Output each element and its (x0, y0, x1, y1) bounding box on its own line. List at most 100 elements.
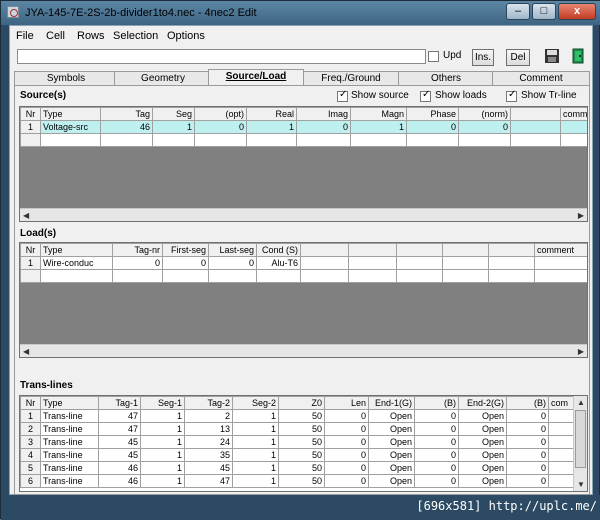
table-cell[interactable] (548, 448, 574, 462)
table-cell[interactable]: 46 (98, 474, 141, 488)
table-cell[interactable] (534, 269, 587, 283)
tab-freq-ground[interactable]: Freq./Ground (302, 71, 400, 86)
table-cell[interactable]: 2 (184, 409, 233, 423)
sources-hscrollbar[interactable]: ◀ ▶ (20, 208, 587, 221)
col-header[interactable]: Tag (100, 107, 153, 121)
col-header[interactable]: End-2(G) (458, 396, 507, 410)
table-cell[interactable]: Open (458, 422, 507, 436)
table-cell[interactable]: 0 (506, 435, 549, 449)
row-number[interactable]: 1 (20, 120, 41, 134)
table-cell[interactable]: 45 (98, 448, 141, 462)
show-source-checkbox[interactable] (337, 89, 348, 102)
table-row[interactable]: 4 Trans-line 45 1 35 1 50 0 Open 0 Open 0 (20, 448, 574, 462)
table-cell[interactable]: 1 (232, 409, 279, 423)
translines-grid[interactable]: Nr Type Tag-1 Seg-1 Tag-2 Seg-2 Z0 Len E… (19, 395, 588, 492)
table-cell[interactable]: 1 (140, 474, 185, 488)
table-cell[interactable] (396, 269, 443, 283)
table-row[interactable]: 1 Trans-line 47 1 2 1 50 0 Open 0 Open 0 (20, 409, 574, 423)
col-header[interactable]: (B) (506, 396, 549, 410)
menu-cell[interactable]: Cell (46, 30, 65, 42)
table-cell[interactable]: 0 (194, 120, 247, 134)
table-cell[interactable]: Open (458, 409, 507, 423)
table-cell[interactable]: 1 (232, 422, 279, 436)
col-header[interactable]: Z0 (278, 396, 325, 410)
table-cell[interactable] (548, 474, 574, 488)
scroll-up-icon[interactable]: ▲ (577, 398, 585, 407)
table-cell[interactable] (488, 256, 535, 270)
table-cell[interactable] (488, 269, 535, 283)
row-number[interactable] (20, 269, 41, 283)
del-button[interactable]: Del (506, 49, 530, 66)
table-cell[interactable]: Open (458, 448, 507, 462)
table-cell[interactable]: 0 (506, 409, 549, 423)
table-cell[interactable]: Open (458, 474, 507, 488)
col-header[interactable]: Nr (20, 107, 41, 121)
upd-checkbox[interactable] (428, 51, 439, 62)
table-cell[interactable] (510, 133, 561, 147)
close-button[interactable]: x (558, 3, 596, 20)
scroll-thumb[interactable] (575, 410, 586, 468)
table-cell[interactable] (458, 133, 511, 147)
exit-door-icon[interactable] (570, 48, 586, 64)
command-input[interactable] (17, 49, 426, 64)
table-cell[interactable] (40, 133, 101, 147)
table-cell[interactable]: Trans-line (40, 409, 99, 423)
col-header[interactable] (442, 243, 489, 257)
col-header[interactable] (348, 243, 397, 257)
table-row[interactable]: 5 Trans-line 46 1 45 1 50 0 Open 0 Open 0 (20, 461, 574, 475)
scroll-left-icon[interactable]: ◀ (23, 211, 29, 220)
table-cell[interactable]: 24 (184, 435, 233, 449)
table-cell[interactable]: Open (368, 409, 415, 423)
app-icon[interactable] (7, 6, 19, 18)
table-cell[interactable] (162, 269, 209, 283)
tab-geometry[interactable]: Geometry (114, 71, 212, 86)
tab-symbols[interactable]: Symbols (14, 71, 118, 86)
table-cell[interactable]: Trans-line (40, 461, 99, 475)
col-header[interactable]: Nr (20, 243, 41, 257)
col-header[interactable]: First-seg (162, 243, 209, 257)
table-cell[interactable]: 0 (162, 256, 209, 270)
row-number[interactable]: 1 (20, 409, 41, 423)
col-header[interactable]: Tag-2 (184, 396, 233, 410)
col-header[interactable]: Type (40, 396, 99, 410)
col-header[interactable]: Seg-1 (140, 396, 185, 410)
table-cell[interactable]: 0 (506, 461, 549, 475)
col-header[interactable]: Magn (350, 107, 407, 121)
table-cell[interactable]: 0 (414, 448, 459, 462)
table-cell[interactable]: 1 (246, 120, 297, 134)
menu-file[interactable]: File (16, 30, 34, 42)
table-cell[interactable]: 50 (278, 422, 325, 436)
table-cell[interactable]: 1 (140, 435, 185, 449)
table-cell[interactable]: 0 (414, 409, 459, 423)
maximize-button[interactable]: □ (532, 3, 556, 20)
tab-others[interactable]: Others (398, 71, 494, 86)
table-cell[interactable]: Open (458, 461, 507, 475)
table-cell[interactable] (396, 256, 443, 270)
tab-comment[interactable]: Comment (492, 71, 590, 86)
col-header[interactable]: Seg (152, 107, 195, 121)
col-header[interactable]: Nr (20, 396, 41, 410)
col-header[interactable]: Len (324, 396, 369, 410)
table-cell[interactable]: 50 (278, 448, 325, 462)
col-header[interactable] (300, 243, 349, 257)
table-cell[interactable] (246, 133, 297, 147)
col-header[interactable]: com (548, 396, 574, 410)
table-cell[interactable]: 47 (184, 474, 233, 488)
table-row[interactable]: 1 Wire-conduc 0 0 0 Alu-T6 (20, 256, 587, 270)
col-header[interactable] (396, 243, 443, 257)
table-row[interactable]: 1 Voltage-src 46 1 0 1 0 1 0 0 (20, 120, 587, 134)
scroll-down-icon[interactable]: ▼ (577, 480, 585, 489)
table-cell[interactable] (348, 269, 397, 283)
table-cell[interactable]: 1 (140, 422, 185, 436)
ins-button[interactable]: Ins. (472, 49, 494, 66)
table-cell[interactable]: 45 (184, 461, 233, 475)
col-header[interactable]: Phase (406, 107, 459, 121)
table-cell[interactable]: 50 (278, 435, 325, 449)
table-cell[interactable]: Open (368, 461, 415, 475)
table-cell[interactable]: 1 (152, 120, 195, 134)
table-cell[interactable]: 0 (458, 120, 511, 134)
row-number[interactable] (20, 133, 41, 147)
table-cell[interactable] (112, 269, 163, 283)
row-number[interactable]: 2 (20, 422, 41, 436)
table-cell[interactable] (442, 256, 489, 270)
